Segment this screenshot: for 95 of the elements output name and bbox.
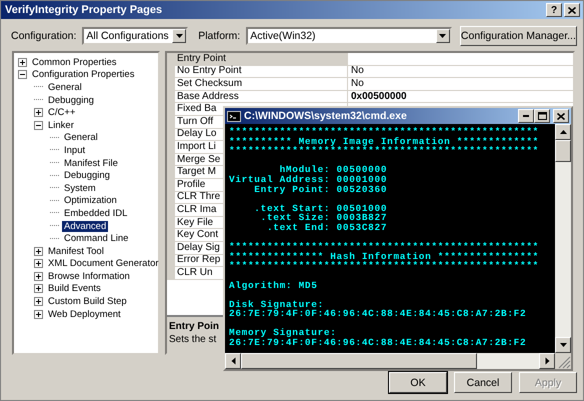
tree-item[interactable]: Advanced [62,220,108,232]
window-title: VerifyIntegrity Property Pages [5,4,164,16]
console-line: ********** Memory Image Information ************* [229,136,539,146]
console-line: Entry Point: 00520360 [253,184,388,194]
tree-item[interactable]: Custom Build Step [46,296,129,308]
console-line: ************************************************* [229,127,539,137]
resize-grip-icon[interactable] [555,353,571,369]
tree-item[interactable]: Build Events [46,283,103,294]
console-icon [227,110,241,122]
property-name[interactable]: Turn Off [177,116,214,128]
console-line: .text Start: 00501000 [253,204,388,214]
scroll-thumb[interactable] [241,353,477,369]
property-name[interactable]: CLR Ima [177,204,216,216]
platform-label: Platform: [198,30,240,42]
close-icon [568,6,576,14]
tree-item[interactable]: Manifest File [62,158,120,169]
tree-item[interactable]: Web Deployment [46,308,123,320]
console-line: Algorithm: MD5 [229,280,318,290]
description-title: Entry Poin [169,321,220,332]
tree-item[interactable]: System [62,182,98,194]
scroll-right-icon [545,358,549,364]
help-button[interactable]: ? [546,3,562,17]
tree-item[interactable]: Optimization [62,195,119,206]
tree-item[interactable]: Debugging [46,94,96,106]
property-value[interactable]: No [351,65,364,78]
minimize-icon [523,115,529,117]
minimize-button[interactable] [518,109,534,123]
property-name[interactable]: Key Cont [177,229,218,242]
scroll-left-icon [231,358,235,364]
scroll-down-icon [560,343,566,347]
console-line: hModule: 00500000 [278,165,388,175]
console-line: Disk Signature: [229,300,324,310]
tree-item[interactable]: General [62,132,100,144]
console-line: .text Size: 0003B827 [260,213,388,223]
property-name[interactable]: Entry Point [177,53,226,65]
console-line: .text End: 0053C827 [266,222,388,233]
tree-item[interactable]: Manifest Tool [46,246,106,257]
tree-item[interactable]: General [46,82,84,93]
maximize-icon [538,112,546,120]
console-line: Virtual Address: 00001000 [229,174,388,185]
description-text: Sets the st [169,334,216,345]
property-name[interactable]: Merge Se [177,154,220,166]
expand-icon[interactable] [18,58,27,67]
property-name[interactable]: CLR Thre [177,191,220,204]
tree-item[interactable]: Debugging [62,170,112,182]
property-value[interactable]: No [351,78,364,90]
collapse-icon[interactable] [34,120,43,130]
tree-item[interactable]: XML Document Generator [46,258,161,270]
console-line: ************************************************* [229,146,539,156]
tree-item[interactable]: Browse Information [46,270,132,282]
configuration-manager-button[interactable]: Configuration Manager... [460,26,577,46]
close-button[interactable] [564,3,580,17]
property-name[interactable]: Error Rep [177,254,220,266]
scroll-thumb[interactable] [555,140,571,162]
expand-icon[interactable] [34,284,43,294]
dialog-button[interactable]: Cancel [454,372,512,393]
expand-icon[interactable] [34,272,43,281]
console-line: ************************************************* [229,242,539,252]
property-name[interactable]: Key File [177,216,214,229]
expand-icon[interactable] [34,297,43,306]
property-name[interactable]: Profile [177,178,206,191]
collapse-icon[interactable] [18,70,27,80]
tree-item[interactable]: Embedded IDL [62,208,130,219]
caret-icon [439,34,446,38]
tree-item[interactable]: Command Line [62,233,130,244]
console-line: 26:7E:79:4F:0F:46:96:4C:88:4E:84:45:C8:A7:2B:F2 [229,309,526,319]
close-icon [557,112,565,120]
tree-item[interactable]: Configuration Properties [30,69,136,80]
console-title: C:\WINDOWS\system32\cmd.exe [244,110,408,122]
property-name[interactable]: Target M [177,166,216,178]
tree-item[interactable]: Common Properties [30,56,118,68]
maximize-button[interactable] [534,109,550,123]
tree-item[interactable]: C/C++ [46,107,78,118]
console-line: *************** Hash Information **************** [229,252,539,262]
console-line: Memory Signature: [229,328,337,338]
expand-icon[interactable] [34,259,43,268]
tree-item[interactable]: Input [62,144,88,156]
expand-icon[interactable] [34,108,43,118]
dialog-button[interactable]: OK [389,372,447,393]
property-name[interactable]: CLR Un [177,266,213,279]
tree-item[interactable]: Linker [46,120,76,131]
console-line: 26:7E:79:4F:0F:46:96:4C:88:4E:84:45:C8:A7:2B:F2 [229,338,526,348]
close-button[interactable] [553,109,569,123]
vertical-scrollbar[interactable] [555,124,571,353]
property-name[interactable]: Delay Sig [177,242,220,254]
caret-icon [176,34,183,38]
console-line: ************************************************* [229,261,539,271]
configuration-label: Configuration: [11,30,76,42]
configuration-dropdown[interactable]: All Configurations [82,27,188,45]
property-name[interactable]: Delay Lo [177,128,216,140]
expand-icon[interactable] [34,310,43,319]
horizontal-scrollbar[interactable] [225,353,571,369]
platform-dropdown[interactable]: Active(Win32) [246,27,452,45]
property-name[interactable]: Import Li [177,140,216,153]
expand-icon[interactable] [34,246,43,256]
